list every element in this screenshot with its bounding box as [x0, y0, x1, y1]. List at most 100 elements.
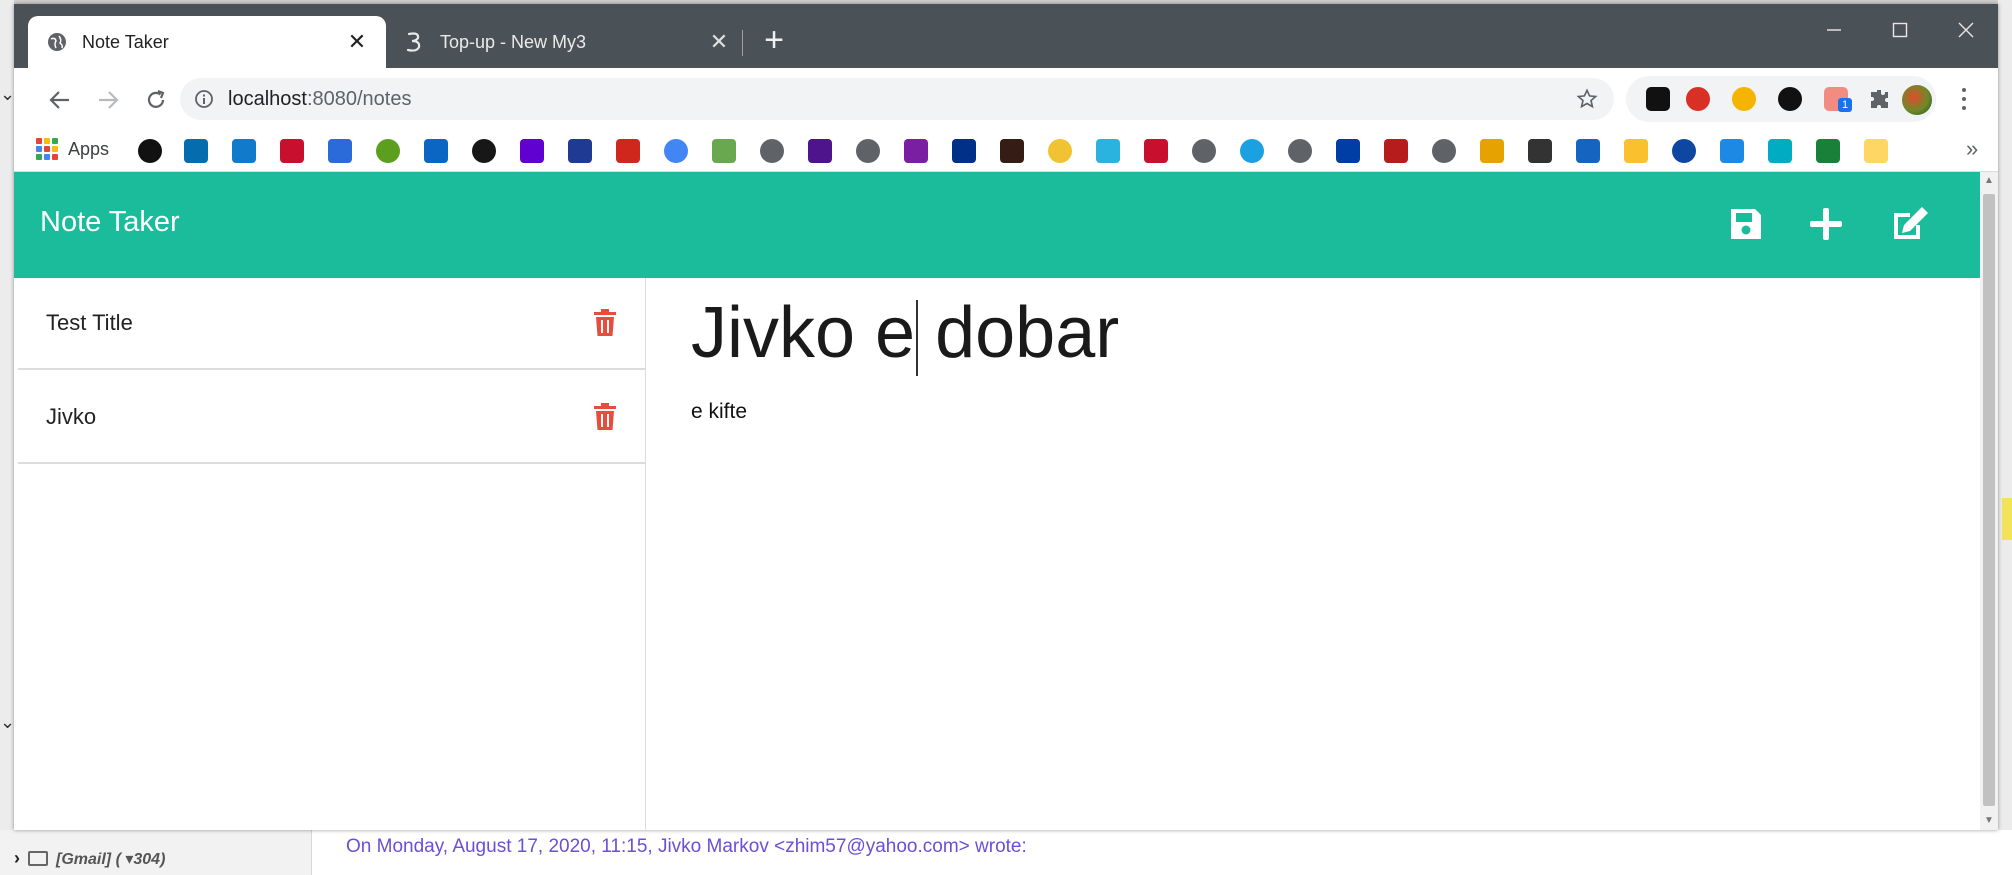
- note-title-input[interactable]: Jivko e dobar: [691, 292, 1119, 374]
- tab-top-up[interactable]: Top-up - New My3 ✕: [386, 16, 748, 68]
- window-close-button[interactable]: [1936, 10, 1996, 50]
- bookmark-icon[interactable]: [664, 139, 688, 163]
- bookmark-icon[interactable]: [328, 139, 352, 163]
- background-folder-gmail[interactable]: › [Gmail] ( ▾304): [14, 848, 165, 869]
- reload-button[interactable]: [136, 80, 176, 120]
- browser-titlebar: Note Taker ✕ Top-up - New My3 ✕ +: [14, 4, 1998, 68]
- profile-avatar[interactable]: [1902, 85, 1932, 115]
- puzzle-icon[interactable]: [1868, 87, 1892, 111]
- save-note-button[interactable]: [1724, 202, 1768, 246]
- bookmark-icon[interactable]: [760, 139, 784, 163]
- minimize-button[interactable]: [1804, 10, 1864, 50]
- bookmark-icon[interactable]: [1384, 139, 1408, 163]
- note-text-area[interactable]: e kifte: [691, 400, 747, 424]
- bookmark-icon[interactable]: [232, 139, 256, 163]
- tab-title: Note Taker: [82, 31, 169, 52]
- bookmark-icon[interactable]: [1672, 139, 1696, 163]
- bookmark-icon[interactable]: [1720, 139, 1744, 163]
- apps-grid-icon: [36, 138, 58, 160]
- bookmark-apps[interactable]: Apps: [36, 138, 109, 160]
- trash-icon[interactable]: [592, 402, 618, 432]
- maximize-button[interactable]: [1870, 10, 1930, 50]
- bookmark-icon[interactable]: [472, 139, 496, 163]
- browser-menu-button[interactable]: [1954, 84, 1974, 114]
- tab-icon[interactable]: [1646, 87, 1670, 111]
- plus-icon: [1810, 208, 1842, 240]
- bookmark-icon[interactable]: [280, 139, 304, 163]
- bookmark-icon[interactable]: [1336, 139, 1360, 163]
- bookmark-icon[interactable]: [376, 139, 400, 163]
- bookmark-icon[interactable]: [904, 139, 928, 163]
- bookmark-icon[interactable]: [138, 139, 162, 163]
- chevron-right-icon: ›: [14, 848, 20, 868]
- bookmark-icon[interactable]: [808, 139, 832, 163]
- email-quoted-line: On Monday, August 17, 2020, 11:15, Jivko…: [346, 836, 1027, 857]
- back-button[interactable]: [40, 80, 80, 120]
- close-icon[interactable]: ✕: [708, 29, 730, 55]
- edit-note-button[interactable]: [1888, 202, 1932, 246]
- bookmark-icon[interactable]: [568, 139, 592, 163]
- bookmark-icon[interactable]: [1864, 139, 1888, 163]
- bookmark-icon[interactable]: [520, 139, 544, 163]
- bookmark-icon[interactable]: [1240, 139, 1264, 163]
- bookmark-icon[interactable]: [952, 139, 976, 163]
- page-scrollbar[interactable]: ▲ ▼: [1980, 172, 1998, 830]
- new-note-button[interactable]: [1804, 202, 1848, 246]
- url-host: localhost: [228, 87, 307, 110]
- arrow-left-icon: [49, 91, 69, 109]
- trash-icon[interactable]: [592, 308, 618, 338]
- tab-note-taker[interactable]: Note Taker ✕: [28, 16, 386, 68]
- bookmark-icon[interactable]: [1432, 139, 1456, 163]
- chevron-down-icon: ⌄: [0, 84, 16, 104]
- three-logo-icon: [404, 31, 426, 53]
- scrollbar-thumb[interactable]: [1983, 194, 1995, 806]
- scroll-up-icon[interactable]: ▲: [1980, 172, 1998, 190]
- bookmark-icon[interactable]: [1480, 139, 1504, 163]
- notes-list: Test Title Jivko: [14, 278, 646, 830]
- bookmark-icon[interactable]: [1096, 139, 1120, 163]
- extensions-tray: 1: [1626, 76, 1936, 122]
- bookmarks-overflow-button[interactable]: »: [1966, 136, 1978, 162]
- folder-label: [Gmail] ( ▾304): [56, 850, 166, 868]
- app-navbar: Note Taker: [14, 172, 1980, 278]
- background-right-strip: [1998, 0, 2012, 875]
- app-brand[interactable]: Note Taker: [40, 206, 180, 239]
- chat-icon[interactable]: [1778, 87, 1802, 111]
- bookmark-icon[interactable]: [1048, 139, 1072, 163]
- bookmark-icon[interactable]: [1768, 139, 1792, 163]
- site-info-icon[interactable]: [194, 89, 214, 109]
- background-highlight: [2002, 498, 2012, 540]
- browser-toolbar: localhost:8080/notes 1: [14, 68, 1998, 130]
- close-icon[interactable]: ✕: [346, 29, 368, 55]
- url-path: :8080/notes: [306, 87, 412, 110]
- bookmark-star-icon[interactable]: [1576, 88, 1598, 110]
- bookmark-icon[interactable]: [1144, 139, 1168, 163]
- bookmark-icon[interactable]: [184, 139, 208, 163]
- background-left-strip: ⌄ ⌄: [0, 0, 16, 875]
- bookmark-icon[interactable]: [1288, 139, 1312, 163]
- scroll-down-icon[interactable]: ▼: [1980, 812, 1998, 830]
- bookmark-icon[interactable]: [1000, 139, 1024, 163]
- bookmark-icon[interactable]: [856, 139, 880, 163]
- background-email-client: › [Gmail] ( ▾304) On Monday, August 17, …: [0, 830, 2012, 875]
- bookmark-icon[interactable]: [424, 139, 448, 163]
- forward-button[interactable]: [88, 80, 128, 120]
- globe-icon[interactable]: [1732, 87, 1756, 111]
- list-item[interactable]: Test Title: [18, 278, 646, 370]
- adblock-icon[interactable]: [1686, 87, 1710, 111]
- browser-window: Note Taker ✕ Top-up - New My3 ✕ + localh…: [14, 4, 1998, 830]
- bookmark-icon[interactable]: [616, 139, 640, 163]
- maximize-icon: [1892, 22, 1908, 38]
- list-item[interactable]: Jivko: [18, 372, 646, 464]
- bookmark-icon[interactable]: [1528, 139, 1552, 163]
- bookmark-icon[interactable]: [1816, 139, 1840, 163]
- extension-badge: 1: [1838, 98, 1852, 112]
- bookmark-icon[interactable]: [1624, 139, 1648, 163]
- bookmark-icon[interactable]: [1192, 139, 1216, 163]
- address-bar[interactable]: localhost:8080/notes: [180, 78, 1614, 120]
- chevron-down-icon: ⌄: [0, 712, 16, 732]
- bookmark-icon[interactable]: [712, 139, 736, 163]
- bookmark-icon[interactable]: [1576, 139, 1600, 163]
- note-title: Jivko: [46, 404, 97, 429]
- new-tab-button[interactable]: +: [756, 23, 792, 60]
